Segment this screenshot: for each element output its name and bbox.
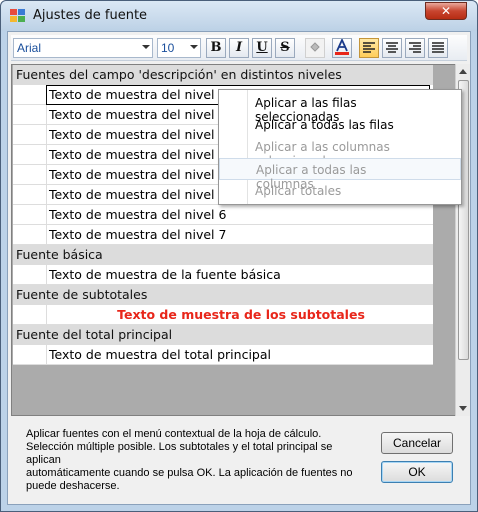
align-left-icon bbox=[363, 42, 375, 53]
row-text: Texto de muestra del nivel 5 bbox=[49, 187, 227, 202]
align-center-button[interactable] bbox=[382, 38, 402, 58]
row-selector-cell[interactable] bbox=[13, 205, 47, 225]
align-right-button[interactable] bbox=[405, 38, 425, 58]
paint-bucket-icon bbox=[310, 42, 320, 52]
menu-item-apply-totals[interactable]: Aplicar totales bbox=[219, 180, 461, 202]
context-menu: Aplicar a las filas seleccionadas Aplica… bbox=[218, 89, 462, 205]
help-line: automáticamente cuando se pulsa OK. La a… bbox=[26, 467, 353, 479]
format-toolbar: Arial 10 B I U S bbox=[11, 35, 467, 61]
close-button[interactable]: ✕ bbox=[425, 2, 467, 20]
align-justify-icon bbox=[432, 42, 444, 53]
help-line: Aplicar fuentes con el menú contextual d… bbox=[26, 428, 322, 440]
cancel-button[interactable]: Cancelar bbox=[381, 432, 453, 454]
grid-row-level-6[interactable]: Texto de muestra del nivel 6 bbox=[13, 205, 433, 225]
help-line: puede deshacerse. bbox=[26, 480, 120, 492]
grid-row-basic-font[interactable]: Texto de muestra de la fuente básica bbox=[13, 265, 433, 285]
grid-header-row[interactable]: Fuente básica bbox=[13, 245, 433, 265]
grid-row-level-7[interactable]: Texto de muestra del nivel 7 bbox=[13, 225, 433, 245]
row-selector-cell[interactable] bbox=[13, 225, 47, 245]
font-color-icon bbox=[335, 37, 349, 55]
scroll-up-icon[interactable] bbox=[459, 69, 467, 74]
row-text: Texto de muestra de la fuente básica bbox=[49, 267, 281, 282]
chevron-down-icon[interactable] bbox=[142, 45, 150, 49]
help-text: Aplicar fuentes con el menú contextual d… bbox=[26, 428, 366, 493]
grid-row-grand-total[interactable]: Texto de muestra del total principal bbox=[13, 345, 433, 365]
row-text: Texto de muestra del nivel 4 bbox=[49, 167, 227, 182]
ok-button[interactable]: OK bbox=[381, 461, 453, 483]
grid-header-row[interactable]: Fuentes del campo 'descripción' en disti… bbox=[13, 65, 433, 85]
align-left-button[interactable] bbox=[359, 38, 379, 58]
grid-header-row[interactable]: Fuente del total principal bbox=[13, 325, 433, 345]
chevron-down-icon[interactable] bbox=[190, 45, 198, 49]
header-label: Fuente del total principal bbox=[16, 327, 173, 342]
font-color-button[interactable] bbox=[332, 37, 352, 58]
menu-item-apply-selected-columns[interactable]: Aplicar a las columnas seleccionadas bbox=[219, 136, 461, 168]
fill-color-button[interactable] bbox=[305, 38, 325, 58]
scroll-down-icon[interactable] bbox=[459, 406, 467, 411]
menu-item-apply-all-rows[interactable]: Aplicar a todas las filas bbox=[219, 114, 461, 136]
row-selector-cell[interactable] bbox=[13, 305, 47, 325]
row-text: Texto de muestra del nivel 3 bbox=[49, 147, 227, 162]
grid-row-subtotals[interactable]: Texto de muestra de los subtotales bbox=[13, 305, 433, 325]
row-selector-cell[interactable] bbox=[13, 265, 47, 285]
header-label: Fuente básica bbox=[16, 247, 103, 262]
row-selector-cell[interactable] bbox=[13, 145, 47, 165]
underline-button[interactable]: U bbox=[252, 38, 272, 58]
grid-header-row[interactable]: Fuente de subtotales bbox=[13, 285, 433, 305]
menu-item-apply-all-columns[interactable]: Aplicar a todas las columnas bbox=[219, 158, 461, 191]
menu-item-apply-selected-rows[interactable]: Aplicar a las filas seleccionadas bbox=[219, 92, 461, 124]
font-size-select[interactable]: 10 bbox=[157, 38, 201, 58]
font-name-value: Arial bbox=[17, 41, 42, 55]
italic-button[interactable]: I bbox=[229, 38, 249, 58]
row-text: Texto de muestra del nivel 7 bbox=[49, 227, 227, 242]
row-selector-cell[interactable] bbox=[13, 165, 47, 185]
align-center-icon bbox=[386, 42, 398, 53]
row-selector-cell[interactable] bbox=[13, 105, 47, 125]
font-size-value: 10 bbox=[161, 41, 175, 55]
font-name-select[interactable]: Arial bbox=[13, 38, 153, 58]
row-text: Texto de muestra del nivel 2 bbox=[49, 127, 227, 142]
help-line: Selección múltiple posible. Los subtotal… bbox=[26, 441, 333, 466]
bold-button[interactable]: B bbox=[206, 38, 226, 58]
window-title: Ajustes de fuente bbox=[33, 8, 148, 23]
row-selector-cell[interactable] bbox=[13, 85, 47, 105]
row-text: Texto de muestra del nivel 1 bbox=[49, 107, 227, 122]
strikethrough-button[interactable]: S bbox=[275, 38, 295, 58]
row-text: Texto de muestra del total principal bbox=[49, 347, 271, 362]
align-right-icon bbox=[409, 42, 421, 53]
row-selector-cell[interactable] bbox=[13, 345, 47, 365]
title-bar[interactable]: Ajustes de fuente ✕ bbox=[1, 1, 477, 31]
row-text: Texto de muestra del nivel 6 bbox=[49, 207, 227, 222]
subtotal-sample-text: Texto de muestra de los subtotales bbox=[117, 307, 365, 322]
align-justify-button[interactable] bbox=[428, 38, 448, 58]
font-settings-window: Ajustes de fuente ✕ Arial 10 B I U S Fue… bbox=[0, 0, 478, 512]
row-selector-cell[interactable] bbox=[13, 185, 47, 205]
header-label: Fuente de subtotales bbox=[16, 287, 148, 302]
header-label: Fuentes del campo 'descripción' en disti… bbox=[16, 67, 342, 82]
app-icon bbox=[10, 9, 25, 22]
row-selector-cell[interactable] bbox=[13, 125, 47, 145]
